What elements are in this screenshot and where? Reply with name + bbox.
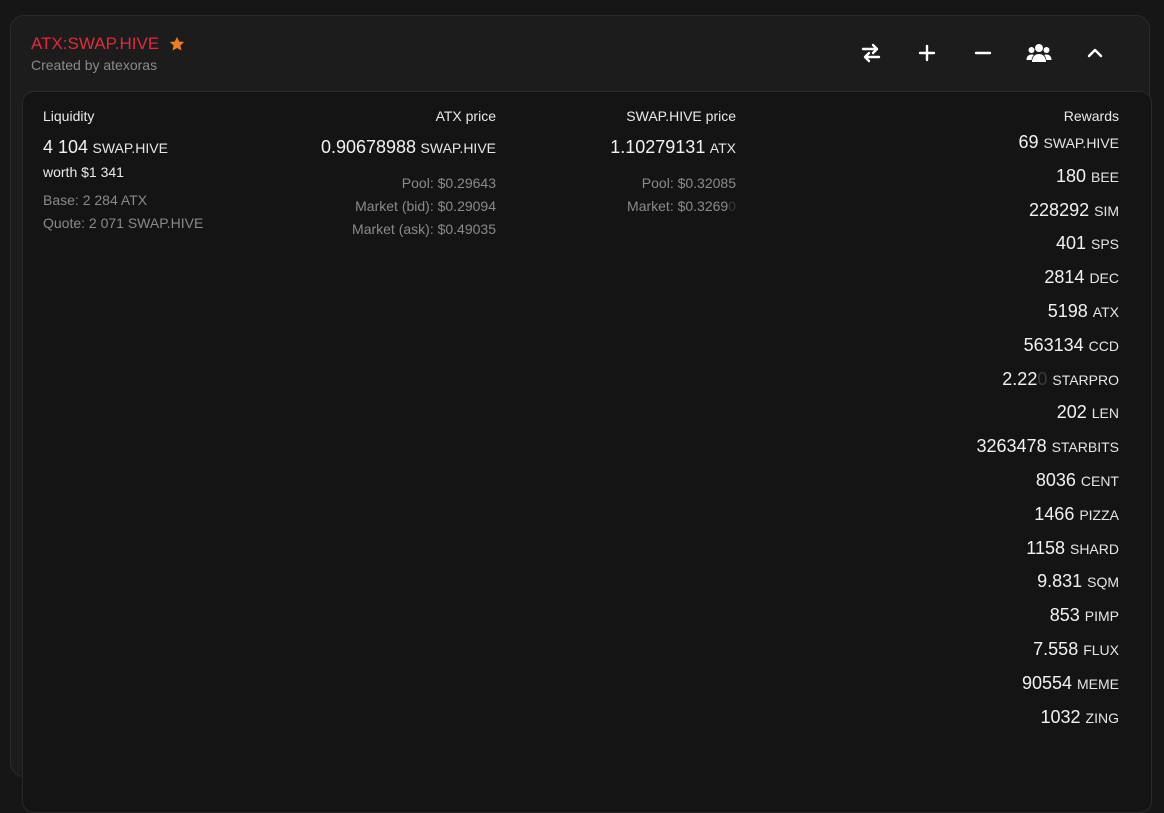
reward-item: 8036 CENT [783,464,1119,498]
reward-amount: 202 [1056,402,1087,423]
reward-item: 3263478 STARBITS [783,430,1120,464]
atx-pool-price: Pool: $0.29643 [401,175,496,191]
reward-amount: 1158 [1026,537,1065,558]
reward-amount: 401 [1055,233,1086,254]
reward-item: 69 SWAP.HIVE [783,126,1120,160]
swaphive-price-row: 1.10279131 ATX [503,137,736,158]
reward-item: 1158 SHARD [783,532,1119,566]
reward-token: CCD [1088,337,1119,354]
reward-amount: 69 [1018,132,1039,152]
reward-item: 202 LEN [783,396,1119,430]
reward-token: ATX [1092,303,1119,320]
reward-item: 2.220 STARPRO [783,363,1119,397]
reward-amount: 180 [1055,165,1086,186]
atx-price-column: ATX price 0.90678988 SWAP.HIVE Pool: $0.… [263,108,496,237]
add-liquidity-button[interactable] [899,38,955,68]
reward-token: LEN [1091,405,1119,422]
reward-item: 7.558 FLUX [783,633,1119,667]
atx-price-value: 0.90678988 [320,137,417,157]
swaphive-pool-price: Pool: $0.32085 [641,175,736,191]
reward-item: 1466 PIZZA [783,498,1119,532]
star-icon[interactable] [168,35,186,53]
reward-token: STARBITS [1051,439,1119,456]
reward-token: SIM [1094,202,1119,219]
reward-token: SPS [1090,236,1119,253]
pool-header: ATX:SWAP.HIVE Created by atexoras [31,34,186,73]
reward-amount: 853 [1049,605,1080,626]
plus-icon [918,44,936,62]
reward-amount-faded-digit: 0 [1037,368,1048,389]
reward-amount: 5198 [1047,300,1088,321]
atx-price-row: 0.90678988 SWAP.HIVE [263,137,496,158]
swaphive-price-column: SWAP.HIVE price 1.10279131 ATX Pool: $0.… [503,108,736,214]
reward-item: 2814 DEC [783,261,1119,295]
reward-amount: 2.22 [1002,368,1038,389]
reward-item: 401 SPS [783,227,1119,261]
atx-price-header: ATX price [435,108,496,124]
chevron-up-icon [1087,48,1103,58]
rewards-column: Rewards 69 SWAP.HIVE 180 BEE 228292 SIM 401 SPS… [783,108,1120,735]
users-icon [1026,44,1052,62]
reward-amount: 7.558 [1033,638,1079,659]
reward-item: 563134 CCD [783,329,1119,363]
reward-token: MEME [1077,675,1119,692]
reward-token: SHARD [1069,540,1119,557]
providers-button[interactable] [1011,38,1067,68]
reward-token: DEC [1089,270,1119,287]
pool-actions [843,38,1123,68]
reward-item: 5198 ATX [783,295,1119,329]
swaphive-price-value: 1.10279131 [610,137,706,157]
pool-details: Liquidity 4 104 SWAP.HIVE worth $1 341 B… [22,91,1152,813]
swaphive-market-faded: 0 [728,198,736,214]
reward-token: SQM [1087,574,1119,591]
rewards-list: 69 SWAP.HIVE 180 BEE 228292 SIM 401 SPS 2814 DEC 5… [783,126,1120,735]
atx-price-unit: SWAP.HIVE [420,140,496,156]
reward-token: SWAP.HIVE [1043,135,1119,151]
reward-item: 90554 MEME [783,667,1119,701]
reward-token: PIMP [1084,608,1119,625]
reward-token: FLUX [1083,641,1119,658]
swaphive-market-main: Market: $0.3269 [627,198,729,214]
reward-amount: 563134 [1023,334,1084,355]
reward-token: STARPRO [1052,371,1119,388]
atx-market-ask: Market (ask): $0.49035 [352,221,496,237]
reward-amount: 90554 [1021,672,1072,693]
liquidity-amount: 4 104 [43,137,89,157]
reward-amount: 8036 [1035,469,1076,490]
pool-title[interactable]: ATX:SWAP.HIVE [31,34,159,54]
swap-button[interactable] [843,38,899,68]
pool-creator: Created by atexoras [31,57,158,73]
atx-market-bid: Market (bid): $0.29094 [355,198,496,214]
swap-arrows-icon [861,43,881,63]
swaphive-price-header: SWAP.HIVE price [626,108,736,124]
reward-amount: 1466 [1034,503,1075,524]
liquidity-unit: SWAP.HIVE [92,140,168,156]
reward-token: ZING [1085,709,1119,726]
swaphive-price-unit: ATX [709,140,736,156]
rewards-header: Rewards [1063,108,1119,124]
reward-item: 1032 ZING [783,701,1120,735]
pool-card: ATX:SWAP.HIVE Created by atexoras Liquid… [10,15,1152,813]
reward-amount: 2814 [1044,267,1085,288]
collapse-button[interactable] [1067,38,1123,68]
minus-icon [974,51,992,55]
reward-item: 180 BEE [783,160,1119,194]
reward-item: 853 PIMP [783,599,1119,633]
reward-token: PIZZA [1079,506,1119,523]
reward-amount: 1032 [1040,706,1081,727]
reward-amount: 3263478 [976,436,1047,457]
reward-item: 9.831 SQM [783,565,1119,599]
reward-token: CENT [1080,472,1119,489]
reward-token: BEE [1090,168,1119,185]
reward-amount: 228292 [1029,199,1090,220]
reward-item: 228292 SIM [783,194,1119,228]
reward-amount: 9.831 [1037,571,1083,592]
swaphive-market-price: Market: $0.32690 [503,198,736,214]
remove-liquidity-button[interactable] [955,38,1011,68]
